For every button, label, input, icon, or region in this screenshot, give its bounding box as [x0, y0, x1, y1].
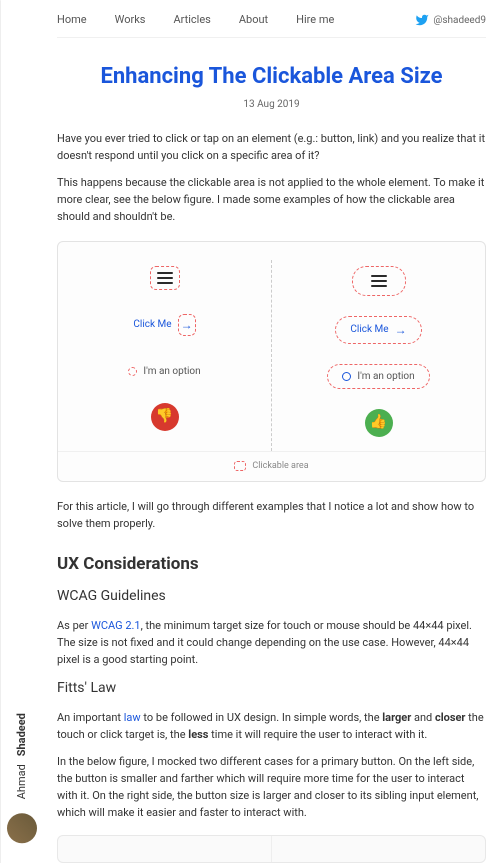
nav-hire[interactable]: Hire me [296, 12, 334, 29]
wcag-heading: WCAG Guidelines [57, 586, 486, 607]
author-avatar [7, 813, 37, 843]
bad-hamburger-hitbox [150, 266, 180, 290]
author-sidebar: Ahmad Shadeed [0, 0, 43, 863]
article-date: 13 Aug 2019 [57, 97, 486, 112]
arrow-right-icon: → [395, 321, 407, 339]
nav-articles[interactable]: Articles [173, 12, 210, 29]
radio-icon [128, 367, 137, 376]
good-hamburger-hitbox [352, 266, 406, 296]
article-title: Enhancing The Clickable Area Size [57, 60, 486, 93]
twitter-handle: @shadeed9 [433, 13, 486, 28]
author-first-name: Ahmad [14, 764, 31, 799]
intro-paragraph-2: This happens because the clickable area … [57, 174, 486, 225]
good-clickme-button: Click Me → [335, 316, 421, 344]
arrow-right-icon: → [178, 314, 196, 336]
hamburger-icon [153, 268, 177, 288]
bad-radio-option: I'm an option [122, 360, 206, 383]
nav-about[interactable]: About [239, 12, 268, 29]
thumbs-up-icon: 👍 [365, 409, 393, 437]
fitts-figure-placeholder [57, 835, 486, 863]
twitter-icon [415, 13, 429, 27]
intro-paragraph-1: Have you ever tried to click or tap on a… [57, 130, 486, 164]
top-navigation: Home Works Articles About Hire me @shade… [57, 0, 486, 38]
nav-home[interactable]: Home [57, 12, 87, 29]
ux-heading: UX Considerations [57, 552, 486, 578]
fitts-paragraph-2: In the below figure, I mocked two differ… [57, 753, 486, 821]
clickable-area-figure: Click Me → I'm an option 👎 Click Me [57, 241, 486, 483]
intro-paragraph-3: For this article, I will go through diff… [57, 498, 486, 532]
figure-good-column: Click Me → I'm an option 👍 [272, 260, 485, 451]
good-radio-option: I'm an option [327, 364, 429, 389]
wcag-link[interactable]: WCAG 2.1 [91, 619, 141, 632]
nav-links: Home Works Articles About Hire me [57, 12, 334, 29]
fitts-heading: Fitts' Law [57, 678, 486, 699]
figure-bad-column: Click Me → I'm an option 👎 [58, 260, 272, 451]
fitts-paragraph-1: An important law to be followed in UX de… [57, 709, 486, 743]
radio-icon [342, 372, 351, 381]
fitts-law-link[interactable]: law [124, 711, 141, 724]
twitter-link[interactable]: @shadeed9 [415, 13, 486, 28]
bad-clickme-button: Click Me → [127, 310, 201, 340]
thumbs-down-icon: 👎 [151, 403, 179, 431]
nav-works[interactable]: Works [115, 12, 146, 29]
legend-swatch [234, 461, 246, 471]
figure-legend: Clickable area [58, 451, 485, 474]
wcag-paragraph: As per WCAG 2.1, the minimum target size… [57, 617, 486, 668]
hamburger-icon [367, 271, 391, 291]
